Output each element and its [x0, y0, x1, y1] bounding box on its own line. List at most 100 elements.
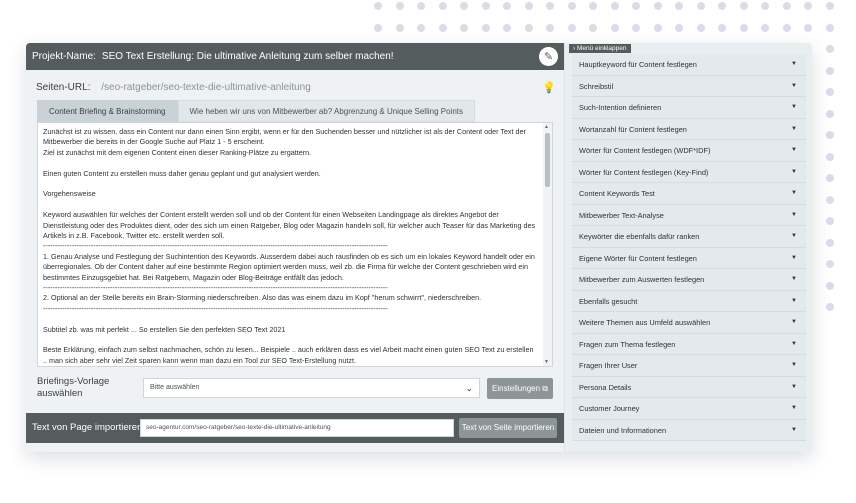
sidebar-item[interactable]: Fragen zum Thema festlegen ▼: [572, 333, 806, 355]
sidebar-item[interactable]: Keywörter die ebenfalls dafür ranken ▼: [572, 226, 806, 248]
decorative-dot: [825, 88, 834, 96]
editor-paragraph: Einen guten Content zu erstellen muss da…: [43, 168, 321, 178]
sidebar-item-label: Wortanzahl für Content festlegen: [579, 124, 687, 134]
sidebar-item[interactable]: Schreibstil ▼: [572, 75, 806, 97]
decorative-dot: [567, 23, 576, 32]
sidebar-item-label: Ebenfalls gesucht: [579, 296, 638, 306]
sidebar-item-label: Wörter für Content festlegen (WDF*IDF): [579, 146, 711, 155]
decorative-dot: [825, 45, 834, 53]
decorative-dot: [675, 23, 683, 32]
sidebar-item[interactable]: Customer Journey ▼: [572, 398, 806, 420]
decorative-dot: [825, 260, 834, 268]
import-bar: Text von Page importieren seo-agentur.co…: [26, 413, 564, 443]
page-url-value: /seo-ratgeber/seo-texte-die-ultimative-a…: [101, 82, 311, 93]
sidebar-item-label: Schreibstil: [579, 81, 614, 91]
caret-down-icon: ▼: [791, 319, 797, 325]
decorative-dot: [610, 2, 619, 10]
decorative-dot: [782, 23, 791, 32]
decorative-dot: [739, 2, 748, 10]
sidebar-item[interactable]: Wörter für Content festlegen (Key-Find) ▼: [572, 161, 806, 183]
sidebar-item[interactable]: Wörter für Content festlegen (WDF*IDF) ▼: [572, 140, 806, 162]
caret-down-icon: ▼: [791, 254, 797, 261]
caret-down-icon: ▼: [791, 405, 797, 411]
sidebar-item[interactable]: Wortanzahl für Content festlegen ▼: [572, 118, 806, 140]
sidebar-item[interactable]: Hauptkeyword für Content festlegen ▼: [572, 54, 806, 76]
decorative-dot: [675, 2, 683, 10]
tab-content-briefing[interactable]: Content Briefing & Brainstorming: [37, 100, 178, 122]
decorative-dot: [417, 2, 425, 10]
scrollbar-thumb[interactable]: [545, 133, 550, 187]
decorative-dot: [718, 2, 726, 10]
import-label: Text von Page importieren: [32, 422, 143, 433]
decorative-dot: [417, 23, 425, 32]
decorative-dot: [761, 23, 769, 32]
sidebar-item[interactable]: Weitere Themen aus Umfeld auswählen ▼: [572, 312, 806, 334]
import-text-button[interactable]: Text von Seite importieren: [459, 418, 557, 438]
decorative-dot: [567, 2, 576, 10]
decorative-dot: [825, 23, 834, 32]
decorative-dot: [632, 23, 640, 32]
sidebar-item-label: Keywörter die ebenfalls dafür ranken: [579, 232, 700, 241]
caret-down-icon: ▼: [791, 340, 797, 347]
sidebar-item[interactable]: Content Keywords Test ▼: [572, 183, 806, 205]
caret-down-icon: ▼: [791, 82, 797, 89]
scroll-up-icon[interactable]: ▲: [544, 124, 549, 130]
chevron-right-icon: ›: [573, 45, 576, 52]
sidebar-item[interactable]: Mitbewerber Text-Analyse ▼: [572, 204, 806, 226]
sidebar-item-label: Mitbewerber zum Auswerten festlegen: [579, 275, 705, 284]
decorative-dot: [696, 23, 705, 32]
sidebar-item[interactable]: Dateien und Informationen ▼: [572, 419, 806, 441]
editor-scrollbar[interactable]: ▲ ▼: [543, 123, 552, 366]
main-panel: Projekt-Name: SEO Text Erstellung: Die u…: [26, 43, 564, 452]
collapse-menu-button[interactable]: › Menü einklappen: [569, 44, 631, 53]
scroll-down-icon[interactable]: ▼: [544, 359, 549, 365]
decorative-dot: [438, 2, 447, 10]
caret-down-icon: ▼: [791, 297, 797, 304]
collapse-menu-label: Menü einklappen: [576, 45, 627, 52]
decorative-dot: [761, 2, 769, 10]
sidebar-item[interactable]: Mitbewerber zum Auswerten festlegen ▼: [572, 269, 806, 291]
decorative-dot: [481, 2, 490, 10]
decorative-dot: [460, 23, 468, 32]
sidebar-item[interactable]: Such-Intention definieren ▼: [572, 97, 806, 119]
caret-down-icon: ▼: [791, 276, 797, 282]
decorative-dot: [825, 66, 834, 75]
pencil-icon[interactable]: ✎: [539, 47, 558, 66]
editor-paragraph: 1. Genau Analyse und Festlegung der Such…: [43, 251, 535, 282]
briefing-tabs: Content Briefing & Brainstorming Wie heb…: [37, 100, 475, 122]
editor-paragraph: Beste Erklärung, einfach zum selbst nach…: [43, 345, 534, 365]
page-url-label: Seiten-URL:: [36, 82, 91, 93]
caret-down-icon: ▼: [791, 383, 797, 390]
decorative-dot: [825, 303, 834, 311]
sidebar-item-label: Hauptkeyword für Content festlegen: [579, 60, 697, 69]
caret-down-icon: ▼: [791, 211, 797, 218]
import-url-input[interactable]: seo-agentur.com/seo-ratgeber/seo-texte-d…: [140, 419, 454, 437]
sidebar-item[interactable]: Persona Details ▼: [572, 376, 806, 398]
decorative-dot: [825, 131, 834, 139]
decorative-dot: [825, 152, 834, 161]
caret-down-icon: ▼: [791, 190, 797, 196]
lightbulb-icon[interactable]: 💡: [542, 81, 556, 94]
chevron-down-icon: ⌄: [465, 383, 473, 393]
decorative-dot: [460, 2, 468, 10]
sidebar-item[interactable]: Eigene Wörter für Content festlegen ▼: [572, 247, 806, 269]
tab-usp[interactable]: Wie heben wir uns von Mitbewerber ab? Ab…: [177, 100, 475, 122]
sidebar-item[interactable]: Fragen Ihrer User ▼: [572, 355, 806, 377]
editor-divider: ----------------------------------------…: [43, 283, 388, 293]
sidebar-item-label: Fragen Ihrer User: [579, 361, 638, 370]
settings-button[interactable]: Einstellungen ⧉: [487, 378, 553, 399]
decorative-dot: [825, 281, 834, 290]
decorative-dot: [503, 23, 511, 32]
project-name: SEO Text Erstellung: Die ultimative Anle…: [101, 51, 394, 62]
editor-paragraph: Keyword auswählen für welches der Conten…: [43, 210, 536, 241]
select-value: Bitte auswählen: [150, 384, 200, 391]
sidebar-item-label: Customer Journey: [579, 404, 640, 413]
sidebar-item[interactable]: Ebenfalls gesucht ▼: [572, 290, 806, 312]
briefing-text-editor[interactable]: Zunächst ist zu wissen, dass ein Content…: [37, 122, 553, 367]
decorative-dot: [438, 23, 447, 32]
decorative-dot: [374, 2, 382, 10]
project-title-bar: Projekt-Name: SEO Text Erstellung: Die u…: [26, 43, 564, 70]
briefing-template-select[interactable]: Bitte auswählen ⌄: [143, 378, 480, 398]
decorative-dot: [524, 23, 533, 32]
editor-paragraph: Subtitel zb. was mit perfekt ... So erst…: [43, 324, 286, 334]
